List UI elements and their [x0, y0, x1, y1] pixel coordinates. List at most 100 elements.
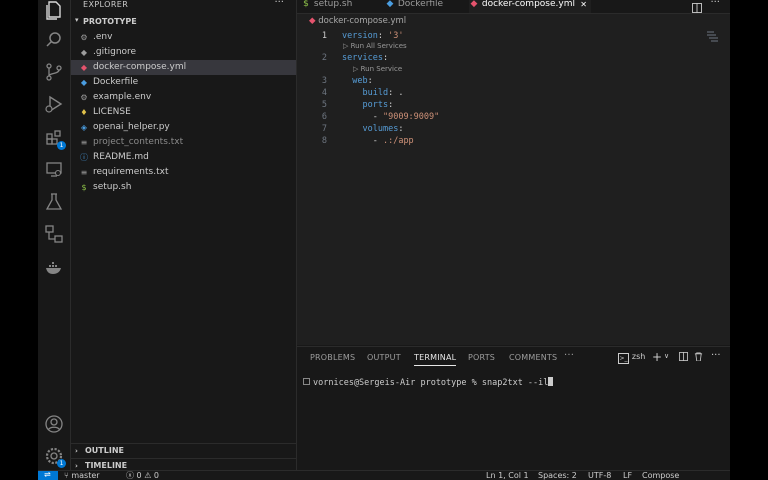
cursor-position[interactable]: Ln 1, Col 1 — [486, 471, 529, 480]
tab-ports[interactable]: PORTS — [468, 353, 495, 362]
code-line: 6 - "9009:9009" — [321, 112, 440, 122]
settings-badge: 1 — [57, 459, 66, 468]
minimap[interactable] — [706, 28, 720, 42]
tab-setup-sh[interactable]: $ setup.sh — [301, 0, 381, 13]
file-item[interactable]: ⚙ .env — [71, 30, 296, 45]
terminal-output[interactable]: vornices@Sergeis-Air prototype % snap2tx… — [303, 377, 554, 388]
extensions-icon[interactable]: 1 — [44, 128, 66, 150]
terminal-prompt: vornices@Sergeis-Air prototype % snap2tx… — [313, 378, 549, 388]
file-name: openai_helper.py — [93, 122, 170, 132]
tab-comments[interactable]: COMMENTS — [509, 353, 557, 362]
file-item[interactable]: ⚙ example.env — [71, 90, 296, 105]
terminal-shell-selector[interactable]: >_ zsh — [618, 352, 645, 364]
trash-icon[interactable] — [694, 352, 703, 364]
tab-label: docker-compose.yml — [481, 0, 575, 9]
vscode-window: 1 1 EXPLORER ··· ▾ PROTOTYPE ⚙ .env ◆ .giti… — [38, 0, 730, 480]
account-icon[interactable] — [44, 414, 64, 434]
docker-icon: ◆ — [386, 0, 394, 9]
panel-actions-more-button[interactable]: ··· — [711, 350, 721, 361]
file-item[interactable]: ◆ Dockerfile — [71, 75, 296, 90]
extensions-badge: 1 — [57, 141, 66, 150]
run-all-services-codelens[interactable]: ▷ Run All Services — [343, 42, 407, 50]
code-line: 1 version: '3' — [321, 31, 404, 41]
split-terminal-icon[interactable] — [679, 352, 688, 364]
run-service-codelens[interactable]: ▷ Run Service — [353, 65, 402, 73]
chevron-down-icon[interactable]: ∨ — [664, 352, 669, 360]
code-line: 5 ports: — [321, 100, 394, 110]
tab-terminal[interactable]: TERMINAL — [414, 353, 457, 366]
file-item[interactable]: ≡ requirements.txt — [71, 165, 296, 180]
code-line: 4 build: . — [321, 88, 404, 98]
file-name: docker-compose.yml — [93, 62, 187, 72]
tab-problems[interactable]: PROBLEMS — [310, 353, 355, 362]
branch-indicator[interactable]: ⑂ master — [64, 471, 100, 480]
file-item[interactable]: $ setup.sh — [71, 180, 296, 195]
file-item[interactable]: ◆ .gitignore — [71, 45, 296, 60]
file-name: LICENSE — [93, 107, 131, 117]
file-name: .gitignore — [93, 47, 137, 57]
editor-tab-bar: $ setup.sh ◆ Dockerfile ◆ docker-compose… — [297, 0, 730, 14]
file-item[interactable]: ⓘ README.md — [71, 150, 296, 165]
containers-icon[interactable] — [44, 224, 64, 244]
file-item[interactable]: ≡ project_contents.txt — [71, 135, 296, 150]
docker-icon: ◆ — [80, 63, 88, 72]
tab-label: setup.sh — [313, 0, 353, 9]
error-icon: ⓧ — [126, 471, 134, 480]
command-decoration-icon — [303, 378, 310, 385]
git-icon: ◆ — [80, 48, 88, 57]
gear-icon: ⚙ — [80, 33, 88, 42]
warning-icon: ⚠ — [144, 471, 152, 480]
close-icon[interactable]: ✕ — [580, 0, 587, 9]
language-mode[interactable]: Compose — [642, 471, 679, 480]
outline-section[interactable]: › OUTLINE — [71, 443, 296, 458]
python-icon: ◈ — [80, 123, 88, 132]
terminal-icon: >_ — [618, 353, 629, 364]
search-icon[interactable] — [44, 30, 64, 50]
code-line: 8 - .:/app — [321, 136, 414, 146]
file-name: requirements.txt — [93, 167, 169, 177]
remote-indicator[interactable]: ⇌ — [38, 470, 58, 480]
folder-prototype[interactable]: ▾ PROTOTYPE — [71, 15, 296, 29]
remote-explorer-icon[interactable] — [44, 160, 64, 180]
problems-indicator[interactable]: ⓧ 0 ⚠ 0 — [126, 471, 159, 480]
file-name: Dockerfile — [93, 77, 139, 87]
indentation[interactable]: Spaces: 2 — [538, 471, 577, 480]
tab-output[interactable]: OUTPUT — [367, 353, 401, 362]
code-editor[interactable]: ◆ docker-compose.yml 1 version: '3' ▷ Ru… — [297, 14, 730, 345]
line-ending[interactable]: LF — [623, 471, 632, 480]
source-control-icon[interactable] — [44, 62, 64, 82]
file-name: example.env — [93, 92, 152, 102]
split-editor-icon[interactable] — [692, 0, 702, 13]
file-name: README.md — [93, 152, 149, 162]
editor-more-button[interactable]: ··· — [710, 0, 720, 8]
docker-icon: ◆ — [80, 78, 88, 87]
file-name: .env — [93, 32, 113, 42]
tab-dockerfile[interactable]: ◆ Dockerfile — [385, 0, 465, 13]
panel-more-button[interactable]: ··· — [564, 350, 574, 361]
encoding[interactable]: UTF-8 — [588, 471, 611, 480]
run-debug-icon[interactable] — [44, 94, 64, 114]
docker-icon: ◆ — [309, 16, 316, 26]
folder-label: PROTOTYPE — [83, 17, 137, 26]
gear-icon: ⚙ — [80, 93, 88, 102]
explorer-icon[interactable] — [44, 0, 64, 20]
file-item[interactable]: ◈ openai_helper.py — [71, 120, 296, 135]
tab-docker-compose[interactable]: ◆ docker-compose.yml ✕ — [469, 0, 591, 13]
file-item[interactable]: ◆ docker-compose.yml — [71, 60, 296, 75]
breadcrumb[interactable]: ◆ docker-compose.yml — [309, 16, 406, 26]
explorer-sidebar: EXPLORER ··· ▾ PROTOTYPE ⚙ .env ◆ .gitignor… — [71, 0, 297, 480]
file-item[interactable]: ♦ LICENSE — [71, 105, 296, 120]
chevron-down-icon: ▾ — [75, 16, 79, 24]
outline-label: OUTLINE — [85, 446, 124, 455]
settings-gear-icon[interactable]: 1 — [44, 446, 66, 468]
explorer-title: EXPLORER — [83, 0, 129, 9]
code-line: 2 services: — [321, 53, 389, 63]
license-icon: ♦ — [80, 108, 88, 117]
docker-icon[interactable] — [44, 258, 64, 278]
new-terminal-icon[interactable]: + — [652, 350, 662, 364]
explorer-more-button[interactable]: ··· — [274, 0, 284, 8]
testing-icon[interactable] — [44, 192, 64, 212]
breadcrumb-file: docker-compose.yml — [318, 16, 407, 26]
remote-icon: ⇌ — [44, 470, 51, 479]
chevron-right-icon: › — [75, 447, 78, 455]
